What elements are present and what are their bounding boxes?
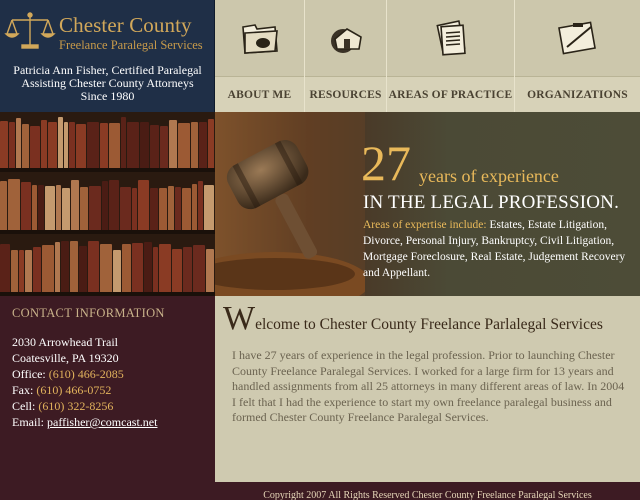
scales-of-justice-icon: [4, 12, 56, 49]
email-label: Email:: [12, 415, 44, 429]
house-icon: [330, 28, 362, 53]
gavel-image: [215, 112, 365, 296]
bookshelf-image: [0, 112, 215, 296]
nav-label: ABOUT ME: [227, 88, 292, 101]
intro-paragraph: I have 27 years of experience in the leg…: [232, 348, 625, 424]
email-row: Email: paffisher@comcast.net: [12, 414, 215, 430]
nav-label: AREAS OF PRACTICE: [388, 88, 513, 101]
nav-areas-of-practice[interactable]: AREAS OF PRACTICE: [387, 0, 515, 112]
welcome-dropcap: W: [223, 300, 256, 337]
welcome-heading: Welcome to Chester County Freelance Parl…: [223, 302, 603, 336]
nav-label: RESOURCES: [309, 88, 382, 101]
office-label: Office:: [12, 367, 46, 381]
cell-number: (610) 322-8256: [38, 399, 114, 413]
clipboard-icon: [557, 21, 596, 55]
cell-phone: Cell: (610) 322-8256: [12, 398, 215, 414]
site-title: Chester County: [59, 13, 192, 37]
expertise-lead: Areas of expertise include:: [363, 219, 487, 231]
footer: Copyright 2007 All Rights Reserved Chest…: [215, 482, 640, 500]
copyright-text: Copyright 2007 All Rights Reserved Chest…: [263, 490, 592, 500]
expertise-text: Areas of expertise include: Estates, Est…: [363, 217, 635, 281]
nav-about-me[interactable]: ABOUT ME: [215, 0, 305, 112]
years-caption: years of experience: [419, 166, 559, 186]
documents-icon: [435, 20, 466, 56]
contact-panel: CONTACT INFORMATION 2030 Arrowhead Trail…: [0, 296, 215, 500]
office-number: (610) 466-2085: [48, 367, 124, 381]
email-link[interactable]: paffisher@comcast.net: [47, 415, 157, 429]
hero-headline: IN THE LEGAL PROFESSION.: [363, 192, 620, 213]
fax-phone: Fax: (610) 466-0752: [12, 382, 215, 398]
welcome-title: elcome to Chester County Freelance Parla…: [255, 316, 603, 333]
nav-resources[interactable]: RESOURCES: [305, 0, 387, 112]
address-line: Coatesville, PA 19320: [12, 351, 119, 365]
main-nav: ABOUT ME RESOURCES AREAS OF PRACTICE ORG…: [215, 0, 640, 112]
logo-header: Chester County Freelance Paralegal Servi…: [0, 0, 215, 112]
nav-organizations[interactable]: ORGANIZATIONS: [515, 0, 640, 112]
left-column: Chester County Freelance Paralegal Servi…: [0, 0, 215, 500]
fax-label: Fax:: [12, 383, 34, 397]
folder-icon: [241, 24, 278, 54]
contact-heading: CONTACT INFORMATION: [12, 306, 165, 320]
site-subtitle: Freelance Paralegal Services: [59, 38, 203, 52]
cell-label: Cell:: [12, 399, 36, 413]
fax-number: (610) 466-0752: [36, 383, 112, 397]
address-line: 2030 Arrowhead Trail: [12, 335, 118, 349]
main-content: Welcome to Chester County Freelance Parl…: [215, 296, 640, 482]
tagline-line: Since 1980: [80, 89, 135, 103]
years-number: 27: [361, 135, 411, 191]
hero-banner: 27 years of experience IN THE LEGAL PROF…: [215, 112, 640, 296]
office-phone: Office: (610) 466-2085: [12, 366, 215, 382]
tagline: Patricia Ann Fisher, Certified Paralegal…: [0, 64, 215, 103]
nav-label: ORGANIZATIONS: [527, 88, 628, 101]
